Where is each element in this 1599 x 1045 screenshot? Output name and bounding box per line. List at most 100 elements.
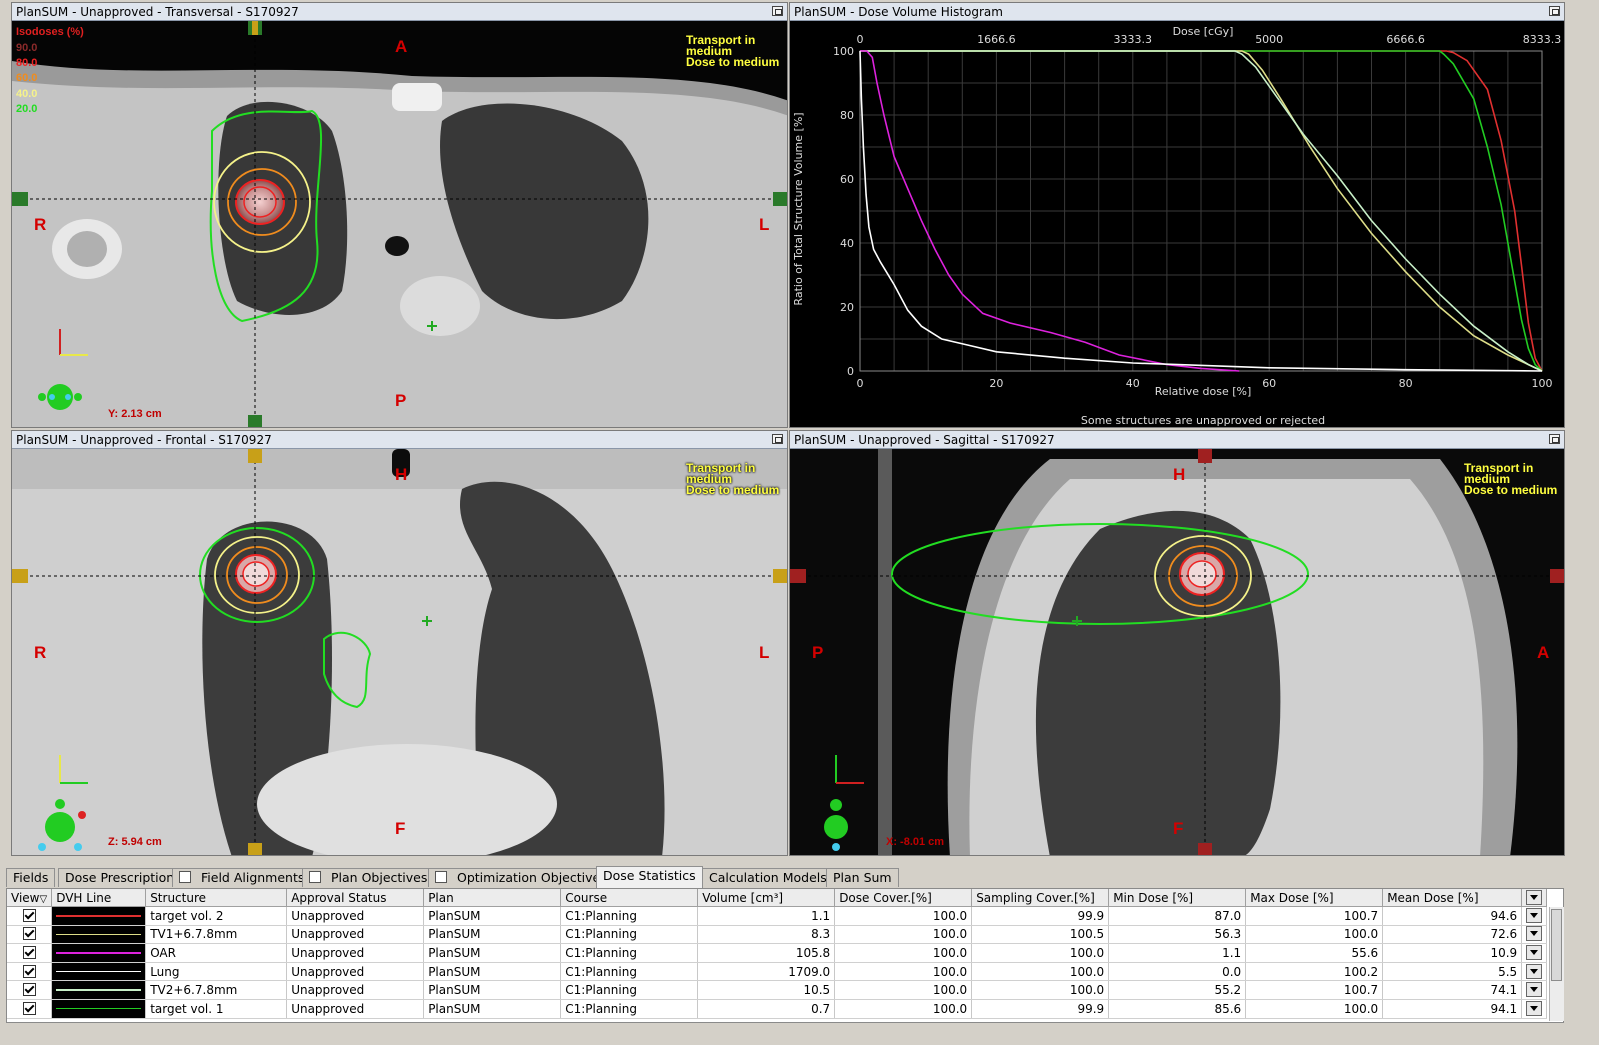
row-dropdown-cell[interactable] <box>1521 962 1548 982</box>
column-header-approval-status[interactable]: Approval Status <box>286 889 425 907</box>
view-checkbox-cell[interactable] <box>7 925 53 945</box>
scrollbar-thumb[interactable] <box>1551 909 1562 981</box>
column-header-plan[interactable]: Plan <box>423 889 562 907</box>
row-dropdown-cell[interactable] <box>1521 980 1548 1000</box>
table-row[interactable]: target vol. 1 Unapproved PlanSUM C1:Plannin… <box>7 999 1548 1019</box>
dvh-view[interactable]: PlanSUM - Dose Volume Histogram 0 20 40 60 8… <box>789 2 1565 428</box>
sagittal-view[interactable]: PlanSUM - Unapproved - Sagittal - S17092… <box>789 430 1565 856</box>
checkbox-checked-icon[interactable] <box>22 908 36 922</box>
orient-label-top: H <box>1173 465 1186 484</box>
row-dropdown-cell[interactable] <box>1521 906 1548 926</box>
checkbox-checked-icon[interactable] <box>22 945 36 959</box>
checkbox-icon[interactable] <box>435 871 447 883</box>
sampling-cover-cell: 100.5 <box>971 925 1110 945</box>
tab-calculation-models[interactable]: Calculation Models <box>702 868 834 887</box>
table-row[interactable]: Lung Unapproved PlanSUM C1:Planning 1709.0 10… <box>7 962 1548 982</box>
tab-fields[interactable]: Fields <box>6 868 56 887</box>
y-tick-label: 80 <box>840 109 854 122</box>
column-header-sampling-cover[interactable]: Sampling Cover.[%] <box>971 889 1110 907</box>
row-dropdown-cell[interactable] <box>1521 943 1548 963</box>
plan-cell: PlanSUM <box>423 980 562 1000</box>
course-cell: C1:Planning <box>560 906 699 926</box>
sagittal-ct-image[interactable] <box>790 449 1565 856</box>
x2-tick-label: 5000 <box>1255 33 1283 46</box>
dropdown-arrow-icon[interactable] <box>1526 889 1543 905</box>
tab-field-alignments[interactable]: Field Alignments <box>172 868 312 887</box>
structure-cell: OAR <box>145 943 288 963</box>
dvh-chart[interactable]: 0 20 40 60 80 1000 1666.6 3333.3 5000 6666.6 8333.… <box>790 21 1565 428</box>
tab-plan-objectives[interactable]: Plan Objectives <box>302 868 435 887</box>
orient-label-left: P <box>812 643 824 662</box>
checkbox-checked-icon[interactable] <box>22 1001 36 1015</box>
column-header-dose-cover[interactable]: Dose Cover.[%] <box>834 889 973 907</box>
checkbox-checked-icon[interactable] <box>22 927 36 941</box>
checkbox-icon[interactable] <box>309 871 321 883</box>
column-header-min-dose[interactable]: Min Dose [%] <box>1108 889 1247 907</box>
y-tick-label: 20 <box>840 301 854 314</box>
max-dose-cell: 100.7 <box>1245 906 1384 926</box>
y-tick-label: 100 <box>833 45 854 58</box>
min-dose-cell: 87.0 <box>1108 906 1247 926</box>
maximize-icon[interactable] <box>1549 6 1560 16</box>
approval-cell: Unapproved <box>286 962 425 982</box>
table-row[interactable]: target vol. 2 Unapproved PlanSUM C1:Plannin… <box>7 906 1548 926</box>
table-vertical-scrollbar[interactable] <box>1549 907 1564 1021</box>
x2-tick-label: 8333.3 <box>1523 33 1562 46</box>
mean-dose-cell: 94.1 <box>1382 999 1523 1019</box>
tab-dose-statistics[interactable]: Dose Statistics <box>596 866 703 888</box>
column-chooser-button[interactable] <box>1521 889 1548 907</box>
slice-coordinate: Y: 2.13 cm <box>108 408 162 420</box>
plan-cell: PlanSUM <box>423 962 562 982</box>
dropdown-arrow-icon[interactable] <box>1526 907 1543 923</box>
dose-statistics-table: View▽ DVH Line Structure Approval Status… <box>6 888 1564 1023</box>
view-checkbox-cell[interactable] <box>7 980 53 1000</box>
column-header-view[interactable]: View▽ <box>7 889 53 907</box>
column-header-max-dose[interactable]: Max Dose [%] <box>1245 889 1384 907</box>
tab-dose-prescription[interactable]: Dose Prescription <box>58 868 182 887</box>
transversal-ct-image[interactable] <box>12 21 788 428</box>
sagittal-title-bar: PlanSUM - Unapproved - Sagittal - S17092… <box>790 431 1564 449</box>
view-checkbox-cell[interactable] <box>7 943 53 963</box>
column-header-mean-dose[interactable]: Mean Dose [%] <box>1382 889 1523 907</box>
frontal-view[interactable]: PlanSUM - Unapproved - Frontal - S170927… <box>11 430 788 856</box>
column-header-dvh-line[interactable]: DVH Line <box>51 889 147 907</box>
table-row[interactable]: TV2+6.7.8mm Unapproved PlanSUM C1:Planning 1… <box>7 980 1548 1000</box>
view-checkbox-cell[interactable] <box>7 962 53 982</box>
mean-dose-cell: 10.9 <box>1382 943 1523 963</box>
dvh-line-swatch <box>51 999 147 1019</box>
view-checkbox-cell[interactable] <box>7 906 53 926</box>
column-header-volume[interactable]: Volume [cm³] <box>697 889 836 907</box>
dropdown-arrow-icon[interactable] <box>1526 926 1543 942</box>
approval-cell: Unapproved <box>286 943 425 963</box>
checkbox-icon[interactable] <box>179 871 191 883</box>
checkbox-checked-icon[interactable] <box>22 964 36 978</box>
tab-plan-sum[interactable]: Plan Sum <box>826 868 899 887</box>
dropdown-arrow-icon[interactable] <box>1526 963 1543 979</box>
maximize-icon[interactable] <box>772 434 783 444</box>
row-dropdown-cell[interactable] <box>1521 925 1548 945</box>
dvh-title: PlanSUM - Dose Volume Histogram <box>794 5 1003 19</box>
course-cell: C1:Planning <box>560 925 699 945</box>
table-row[interactable]: OAR Unapproved PlanSUM C1:Planning 105.8 100.… <box>7 943 1548 963</box>
dropdown-arrow-icon[interactable] <box>1526 944 1543 960</box>
view-checkbox-cell[interactable] <box>7 999 53 1019</box>
mean-dose-cell: 94.6 <box>1382 906 1523 926</box>
transversal-view[interactable]: PlanSUM - Unapproved - Transversal - S17… <box>11 2 788 428</box>
dropdown-arrow-icon[interactable] <box>1526 982 1543 998</box>
max-dose-cell: 100.7 <box>1245 980 1384 1000</box>
row-dropdown-cell[interactable] <box>1521 999 1548 1019</box>
column-header-structure[interactable]: Structure <box>145 889 288 907</box>
table-row[interactable]: TV1+6.7.8mm Unapproved PlanSUM C1:Planning 8… <box>7 925 1548 945</box>
tab-optimization-objectives[interactable]: Optimization Objectives <box>428 868 614 887</box>
dvh-line-swatch <box>51 943 147 963</box>
dropdown-arrow-icon[interactable] <box>1526 1000 1543 1016</box>
dvh-xlabel: Relative dose [%] <box>1155 385 1252 398</box>
column-header-course[interactable]: Course <box>560 889 699 907</box>
maximize-icon[interactable] <box>1549 434 1560 444</box>
checkbox-checked-icon[interactable] <box>22 983 36 997</box>
frontal-ct-image[interactable] <box>12 449 788 856</box>
maximize-icon[interactable] <box>772 6 783 16</box>
min-dose-cell: 55.2 <box>1108 980 1247 1000</box>
max-dose-cell: 55.6 <box>1245 943 1384 963</box>
approval-cell: Unapproved <box>286 999 425 1019</box>
